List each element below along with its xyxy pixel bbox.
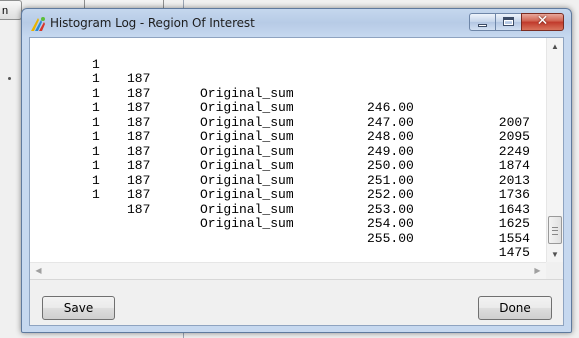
log-cell-value: 1736 [498,187,530,202]
log-cell-value: 1643 [498,201,530,217]
log-row: 1 187 Original_sum 252.00 1643 [30,130,530,216]
log-cell-bin: 252.00 [367,187,414,202]
log-cell-count: 187 [127,158,151,173]
scrollbar-corner [546,262,563,279]
log-row: 1 187 Original_sum 246.00 2007 [30,43,530,129]
log-row: 1 187 Original_sum 253.00 1625 [30,145,530,230]
log-cell-count: 187 [127,85,151,101]
maximize-button[interactable] [495,13,521,31]
histogram-log-window: Histogram Log - Region Of Interest ✕ 1 1… [21,8,572,333]
log-cell-bin: 246.00 [367,100,414,115]
log-cell-value: 2095 [498,129,530,144]
log-cell-id: 1 [92,187,100,202]
log-cell-type: Original_sum [200,216,294,231]
window-title: Histogram Log - Region Of Interest [50,16,255,30]
log-cell-count: 187 [127,114,151,130]
log-row: 1 187 Original_sum 251.00 1736 [30,116,530,201]
log-cell-bin: 248.00 [367,129,414,144]
log-row: 1 187 Original_sum 254.00 1554 [30,159,530,245]
log-row: 1 187 Original_sum 249.00 1874 [30,87,530,172]
log-cell-value: 1554 [498,230,530,246]
close-button[interactable]: ✕ [521,13,564,31]
log-cell-count: 187 [127,187,151,202]
scroll-right-arrow-icon[interactable]: ▶ [529,263,546,279]
horizontal-scrollbar[interactable]: ◀ ▶ [30,262,563,279]
log-cell-count: 187 [127,201,151,217]
log-row: 1 187 Original_sum 255.00 1475 [30,174,530,259]
log-cell-type: Original_sum [200,187,294,202]
maximize-icon [503,17,514,26]
scroll-left-arrow-icon[interactable]: ◀ [30,263,47,279]
log-cell-type: Original_sum [200,143,294,159]
log-cell-value: 2013 [498,172,530,188]
log-cell-type: Original_sum [200,100,294,115]
log-cell-bin: 250.00 [367,158,414,173]
scroll-up-arrow-icon[interactable]: ▲ [547,38,563,55]
log-cell-value: 1475 [498,245,530,260]
log-cell-bin: 251.00 [367,172,414,188]
log-cell-type: Original_sum [200,158,294,173]
done-button[interactable]: Done [478,296,552,320]
log-cell-value: 2007 [498,114,530,130]
background-button[interactable]: n [0,0,22,20]
log-cell-value: 1874 [498,158,530,173]
scroll-down-arrow-icon[interactable]: ▼ [547,246,563,263]
minimize-button[interactable] [469,13,495,31]
log-cell-type: Original_sum [200,129,294,144]
log-cell-bin: 255.00 [367,230,414,246]
log-rows: 1 187 Original_sum 246.00 2007 1 187 Ori… [30,43,530,260]
log-cell-bin: 253.00 [367,201,414,217]
vertical-scroll-thumb[interactable] [548,216,562,244]
vertical-scrollbar[interactable]: ▲ ▼ [546,38,563,263]
log-cell-type: Original_sum [200,201,294,217]
scroll-grip-icon [552,227,558,235]
caption-buttons: ✕ [469,13,564,32]
log-cell-count: 187 [127,71,151,86]
close-icon: ✕ [536,13,549,29]
log-cell-bin: 247.00 [367,114,414,130]
minimize-icon [478,24,487,27]
log-cell-count: 187 [127,100,151,115]
log-cell-type: Original_sum [200,172,294,188]
save-button[interactable]: Save [42,296,115,320]
log-cell-count: 187 [127,143,151,159]
log-cell-type: Original_sum [200,114,294,130]
log-cell-count: 187 [127,172,151,188]
background-dot [8,77,11,80]
log-cell-type: Original_sum [200,85,294,101]
log-cell-count: 187 [127,129,151,144]
log-cell-value: 1625 [498,216,530,231]
app-icon [31,17,45,31]
log-row: 1 187 Original_sum 250.00 2013 [30,101,530,187]
histogram-log-text[interactable]: 1 187 Original_sum 246.00 2007 1 187 Ori… [30,38,563,280]
log-row: 1 187 Original_sum 247.00 2095 [30,58,530,143]
log-cell-bin: 249.00 [367,143,414,159]
log-cell-value: 2249 [498,143,530,159]
log-row: 1 187 Original_sum 248.00 2249 [30,72,530,158]
title-bar[interactable]: Histogram Log - Region Of Interest ✕ [22,9,571,37]
log-cell-bin: 254.00 [367,216,414,231]
client-area: 1 187 Original_sum 246.00 2007 1 187 Ori… [29,37,564,326]
